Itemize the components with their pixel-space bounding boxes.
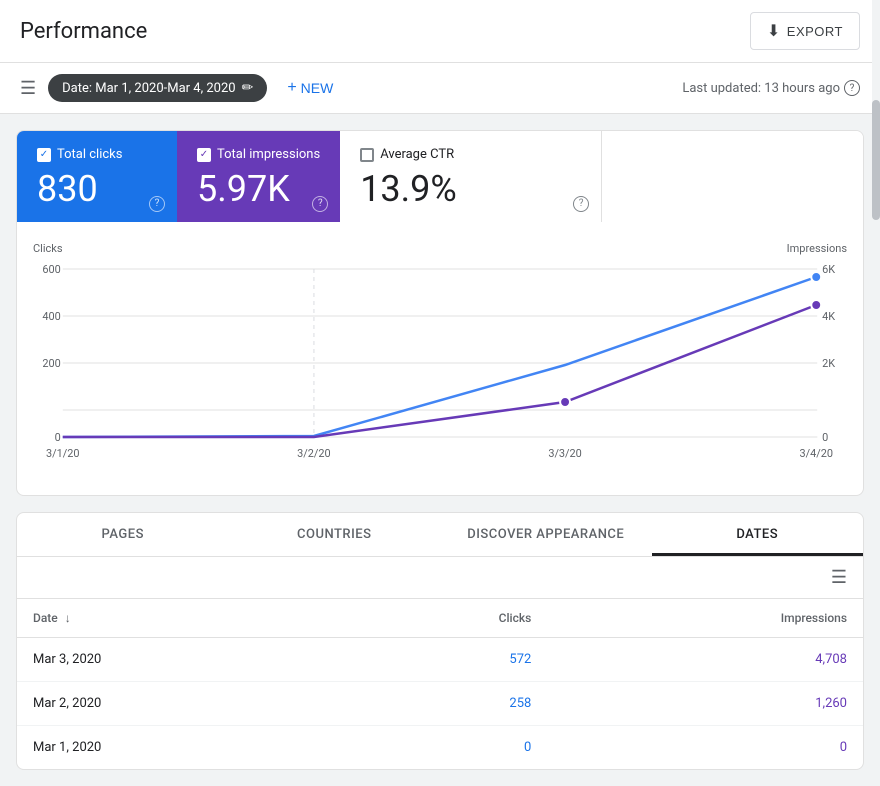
cell-clicks: 258 (340, 681, 548, 725)
plus-icon: + (287, 79, 296, 97)
new-button[interactable]: + NEW (279, 73, 341, 103)
svg-text:0: 0 (822, 431, 828, 444)
header: Performance ⬇ EXPORT (0, 0, 880, 63)
table-row: Mar 2, 20202581,260 (17, 681, 863, 725)
date-filter-label: Date: Mar 1, 2020-Mar 4, 2020 (62, 81, 235, 96)
ctr-help-icon[interactable]: ? (573, 196, 589, 212)
download-icon: ⬇ (767, 21, 781, 41)
ctr-help: ? (573, 194, 589, 212)
filter-icon[interactable]: ☰ (831, 567, 847, 588)
metric-tile-clicks[interactable]: Total clicks 830 ? (17, 131, 177, 222)
cell-impressions: 1,260 (547, 681, 863, 725)
page-scrollbar[interactable] (872, 0, 880, 779)
tab-discover[interactable]: DISCOVER APPEARANCE (440, 513, 652, 556)
svg-text:200: 200 (42, 357, 60, 370)
chart-svg: 600 400 200 0 6K 4K 2K 0 (33, 259, 847, 479)
cell-date: Mar 2, 2020 (17, 681, 340, 725)
svg-text:400: 400 (42, 310, 60, 323)
main-content: Total clicks 830 ? Total impressions 5.9… (0, 114, 880, 786)
svg-text:0: 0 (55, 431, 61, 444)
clicks-label: Total clicks (57, 147, 122, 162)
clicks-value: 830 (37, 170, 157, 210)
cell-impressions: 0 (547, 725, 863, 769)
date-filter[interactable]: Date: Mar 1, 2020-Mar 4, 2020 ✏ (48, 74, 267, 102)
cell-impressions: 4,708 (547, 637, 863, 681)
table-row: Mar 1, 202000 (17, 725, 863, 769)
svg-text:600: 600 (42, 263, 60, 276)
cell-clicks: 0 (340, 725, 548, 769)
ctr-checkbox[interactable] (360, 148, 374, 162)
sort-icon: ↓ (65, 611, 71, 625)
tab-pages[interactable]: PAGES (17, 513, 229, 556)
last-updated: Last updated: 13 hours ago ? (682, 80, 860, 96)
clicks-checkbox[interactable] (37, 148, 51, 162)
metric-tile-impressions[interactable]: Total impressions 5.97K ? (177, 131, 340, 222)
svg-text:3/4/20: 3/4/20 (799, 447, 833, 460)
filter-row: ☰ (17, 557, 863, 599)
impressions-help-icon[interactable]: ? (312, 196, 328, 212)
menu-icon[interactable]: ☰ (20, 78, 36, 99)
table-header-row: Date ↓ Clicks Impressions (17, 599, 863, 638)
svg-text:3/2/20: 3/2/20 (297, 447, 331, 460)
chart-card: Total clicks 830 ? Total impressions 5.9… (16, 130, 864, 496)
metric-label-impressions: Total impressions (197, 147, 320, 162)
cell-date: Mar 1, 2020 (17, 725, 340, 769)
last-updated-text: Last updated: 13 hours ago (682, 81, 840, 96)
tab-countries[interactable]: COUNTRIES (229, 513, 441, 556)
export-button[interactable]: ⬇ EXPORT (750, 12, 860, 50)
help-icon[interactable]: ? (844, 80, 860, 96)
page-title: Performance (20, 19, 147, 44)
impressions-checkbox[interactable] (197, 148, 211, 162)
impressions-value: 5.97K (197, 170, 320, 210)
tab-dates[interactable]: DATES (652, 513, 864, 556)
clicks-help-icon[interactable]: ? (149, 196, 165, 212)
toolbar: ☰ Date: Mar 1, 2020-Mar 4, 2020 ✏ + NEW … (0, 63, 880, 114)
cell-date: Mar 3, 2020 (17, 637, 340, 681)
scrollbar-thumb[interactable] (872, 100, 880, 220)
svg-text:3/3/20: 3/3/20 (548, 447, 582, 460)
export-label: EXPORT (787, 24, 843, 39)
edit-icon: ✏ (242, 80, 254, 96)
tabs: PAGES COUNTRIES DISCOVER APPEARANCE DATE… (17, 513, 863, 557)
metric-tile-ctr[interactable]: Average CTR 13.9% ? (340, 131, 602, 222)
col-header-impressions: Impressions (547, 599, 863, 638)
toolbar-left: ☰ Date: Mar 1, 2020-Mar 4, 2020 ✏ + NEW (20, 73, 341, 103)
ctr-label: Average CTR (380, 147, 454, 162)
metrics-row: Total clicks 830 ? Total impressions 5.9… (17, 131, 863, 222)
right-axis-label: Impressions (787, 242, 847, 255)
svg-text:6K: 6K (822, 263, 835, 276)
ctr-value: 13.9% (360, 170, 581, 210)
svg-text:2K: 2K (822, 357, 835, 370)
col-header-clicks: Clicks (340, 599, 548, 638)
svg-text:3/1/20: 3/1/20 (46, 447, 80, 460)
impressions-help: ? (312, 194, 328, 212)
svg-text:4K: 4K (822, 310, 835, 323)
metric-tile-position[interactable] (602, 131, 863, 222)
chart-area: Clicks Impressions 600 400 200 (17, 222, 863, 495)
left-axis-label: Clicks (33, 242, 63, 255)
clicks-help: ? (149, 194, 165, 212)
new-label: NEW (301, 80, 334, 96)
cell-clicks: 572 (340, 637, 548, 681)
metric-label-clicks: Total clicks (37, 147, 157, 162)
metric-label-ctr: Average CTR (360, 147, 581, 162)
table-card: PAGES COUNTRIES DISCOVER APPEARANCE DATE… (16, 512, 864, 770)
impressions-label: Total impressions (217, 147, 320, 162)
data-table: Date ↓ Clicks Impressions Mar 3, 2020572… (17, 599, 863, 769)
col-header-date[interactable]: Date ↓ (17, 599, 340, 638)
table-row: Mar 3, 20205724,708 (17, 637, 863, 681)
